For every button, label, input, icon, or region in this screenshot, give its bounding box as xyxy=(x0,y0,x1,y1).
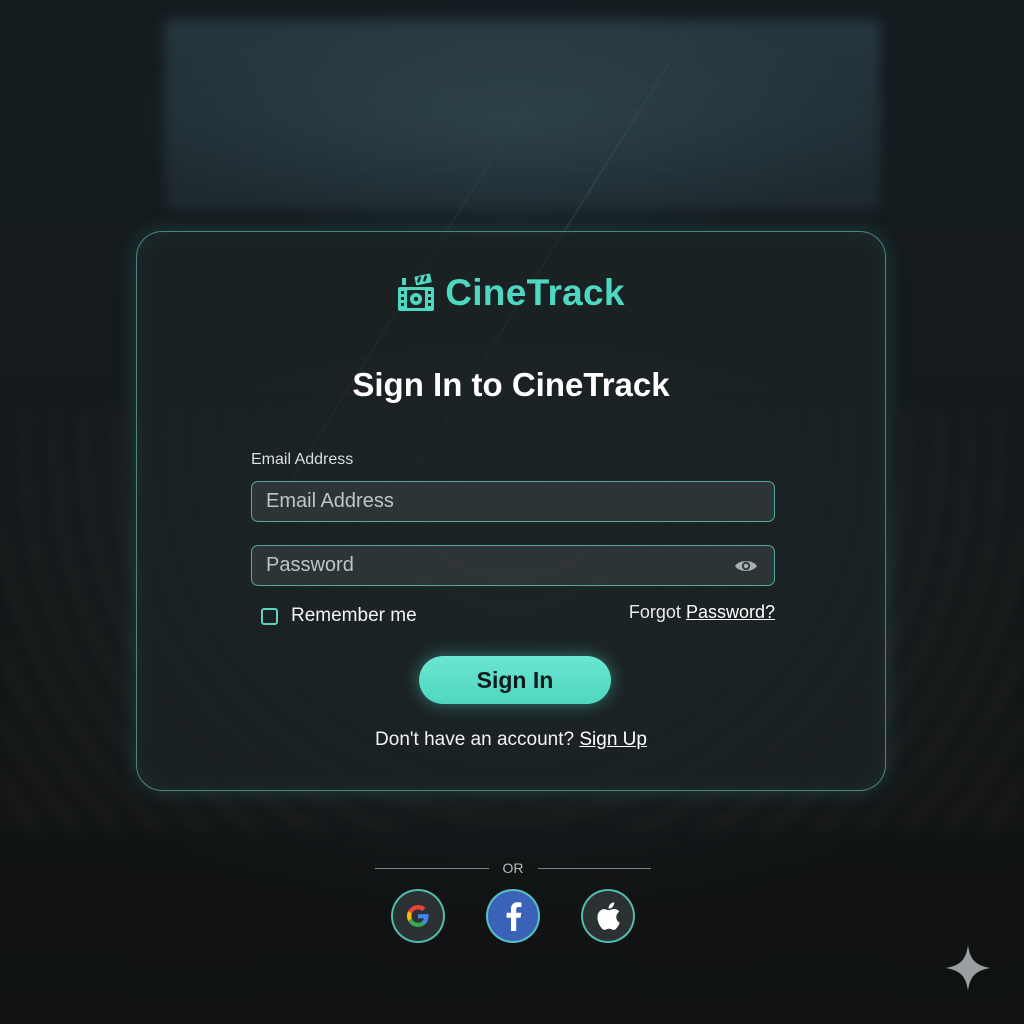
divider-line xyxy=(375,867,489,869)
remember-me-toggle[interactable]: Remember me xyxy=(261,605,417,627)
signup-prompt: Don't have an account? xyxy=(375,729,575,750)
remember-me-label: Remember me xyxy=(291,605,417,626)
google-signin-button[interactable] xyxy=(391,889,445,943)
page-title: Sign In to CineTrack xyxy=(352,366,670,403)
forgot-password-link[interactable]: Password? xyxy=(686,602,775,622)
email-label: Email Address xyxy=(251,451,354,468)
signin-card: CineTrack Sign In to CineTrack Email Add… xyxy=(136,231,886,791)
divider-line xyxy=(537,867,651,869)
password-field[interactable] xyxy=(251,545,775,586)
google-icon xyxy=(407,905,429,927)
email-field[interactable] xyxy=(251,481,775,522)
eye-icon[interactable] xyxy=(733,558,759,574)
signup-prompt-row: Don't have an account? Sign Up xyxy=(137,729,885,751)
clapperboard-icon xyxy=(398,273,435,311)
facebook-signin-button[interactable] xyxy=(486,889,540,943)
sparkle-icon xyxy=(945,945,991,991)
facebook-icon xyxy=(506,902,522,931)
apple-signin-button[interactable] xyxy=(581,889,635,943)
sign-in-button[interactable]: Sign In xyxy=(419,656,611,704)
forgot-password: Forgot Password? xyxy=(629,602,775,623)
sign-up-link[interactable]: Sign Up xyxy=(579,729,647,750)
forgot-prefix: Forgot xyxy=(628,602,681,622)
login-page: CineTrack Sign In to CineTrack Email Add… xyxy=(0,0,1024,1024)
apple-icon xyxy=(597,902,620,930)
remember-me-checkbox[interactable] xyxy=(261,607,278,625)
brand-logo: CineTrack xyxy=(137,272,885,314)
brand-name: CineTrack xyxy=(445,272,625,313)
cinema-screen-background xyxy=(165,20,880,210)
or-divider: OR xyxy=(375,858,651,878)
or-label: OR xyxy=(502,860,524,876)
